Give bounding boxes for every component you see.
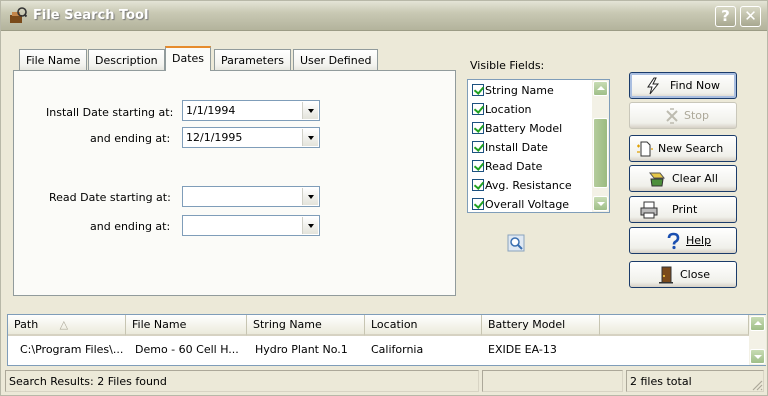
install-start-date-combo[interactable]: 1/1/1994 <box>182 100 320 121</box>
read-start-date-combo[interactable] <box>182 186 320 207</box>
file-search-window: File Search Tool ? ✕ File Name Descripti… <box>0 0 768 396</box>
stop-icon <box>666 108 678 124</box>
tab-file-name[interactable]: File Name <box>19 49 88 71</box>
checkbox-checked-icon[interactable] <box>472 122 484 134</box>
cell-file-name: Demo - 60 Cell H... <box>135 343 239 356</box>
help-title-button[interactable]: ? <box>715 6 736 27</box>
scroll-down-icon[interactable] <box>593 196 608 211</box>
dropdown-arrow-icon[interactable] <box>302 188 318 205</box>
resize-grip-icon[interactable] <box>751 379 763 391</box>
printer-icon <box>640 201 658 219</box>
scroll-thumb[interactable] <box>593 118 608 188</box>
field-checkbox-location[interactable]: Location <box>472 100 532 119</box>
tab-user-defined[interactable]: User Defined <box>293 49 379 71</box>
new-search-button[interactable]: New Search <box>629 135 737 162</box>
field-checkbox-avg-resistance[interactable]: Avg. Resistance <box>472 176 572 195</box>
checkbox-checked-icon[interactable] <box>472 84 484 96</box>
cell-string-name: Hydro Plant No.1 <box>255 343 348 356</box>
sort-ascending-icon: △ <box>59 318 69 331</box>
column-header-location[interactable]: Location <box>365 315 482 336</box>
results-scrollbar[interactable] <box>749 315 766 365</box>
close-button[interactable]: Close <box>629 261 737 288</box>
checkbox-checked-icon[interactable] <box>472 160 484 172</box>
tab-parameters[interactable]: Parameters <box>214 49 291 71</box>
read-start-label: Read Date starting at: <box>49 191 171 204</box>
clear-all-icon <box>648 172 666 187</box>
print-button[interactable]: Print <box>629 196 737 223</box>
question-mark-icon <box>667 232 680 250</box>
install-end-label: and ending at: <box>90 132 171 145</box>
status-empty-pane <box>482 370 623 392</box>
app-icon <box>10 7 27 23</box>
column-header-battery-model[interactable]: Battery Model <box>482 315 600 336</box>
visible-fields-label: Visible Fields: <box>470 59 545 72</box>
field-checkbox-string-name[interactable]: String Name <box>472 81 554 100</box>
field-checkbox-battery-model[interactable]: Battery Model <box>472 119 562 138</box>
dropdown-arrow-icon[interactable] <box>302 217 318 234</box>
dropdown-arrow-icon[interactable] <box>302 102 318 119</box>
lightning-icon <box>647 77 660 95</box>
read-end-date-combo[interactable] <box>182 215 320 236</box>
door-exit-icon <box>659 266 673 284</box>
status-bar: Search Results: 2 Files found 2 files to… <box>1 367 767 395</box>
title-bar[interactable]: File Search Tool ? ✕ <box>1 1 767 31</box>
stop-button[interactable]: Stop <box>629 102 737 129</box>
tab-description[interactable]: Description <box>88 49 165 71</box>
column-header-empty <box>600 315 749 336</box>
close-window-button[interactable]: ✕ <box>740 6 761 27</box>
scroll-up-icon[interactable] <box>750 316 765 331</box>
magnifier-icon[interactable] <box>507 234 525 252</box>
field-checkbox-install-date[interactable]: Install Date <box>472 138 548 157</box>
field-checkbox-overall-voltage[interactable]: Overall Voltage <box>472 195 569 212</box>
cell-battery-model: EXIDE EA-13 <box>488 343 557 356</box>
install-end-value: 12/1/1995 <box>186 131 243 144</box>
visible-fields-scrollbar[interactable] <box>592 80 609 212</box>
visible-fields-list[interactable]: String Name Location Battery Model Insta… <box>467 79 610 213</box>
cell-location: California <box>371 343 424 356</box>
checkbox-checked-icon[interactable] <box>472 141 484 153</box>
column-header-string-name[interactable]: String Name <box>247 315 365 336</box>
status-message: Search Results: 2 Files found <box>5 370 479 392</box>
clear-all-button[interactable]: Clear All <box>629 165 737 192</box>
column-header-file-name[interactable]: File Name <box>126 315 247 336</box>
window-title: File Search Tool <box>33 8 149 23</box>
status-total: 2 files total <box>626 370 764 392</box>
install-start-label: Install Date starting at: <box>46 106 174 119</box>
install-start-value: 1/1/1994 <box>186 104 236 117</box>
new-document-icon <box>637 141 653 157</box>
column-header-path[interactable]: Path △ <box>8 315 126 336</box>
install-end-date-combo[interactable]: 12/1/1995 <box>182 127 320 148</box>
scroll-up-icon[interactable] <box>593 81 608 96</box>
field-checkbox-read-date[interactable]: Read Date <box>472 157 542 176</box>
dropdown-arrow-icon[interactable] <box>302 129 318 146</box>
results-grid[interactable]: Path △ File Name String Name Location Ba… <box>7 314 766 366</box>
find-now-button[interactable]: Find Now <box>629 72 737 99</box>
help-button[interactable]: Help <box>629 227 737 254</box>
tab-dates[interactable]: Dates <box>165 46 212 71</box>
read-end-label: and ending at: <box>90 220 171 233</box>
checkbox-checked-icon[interactable] <box>472 103 484 115</box>
checkbox-checked-icon[interactable] <box>472 179 484 191</box>
scroll-down-icon[interactable] <box>750 349 765 364</box>
cell-path: C:\Program Files\... <box>20 343 124 356</box>
checkbox-checked-icon[interactable] <box>472 198 484 210</box>
